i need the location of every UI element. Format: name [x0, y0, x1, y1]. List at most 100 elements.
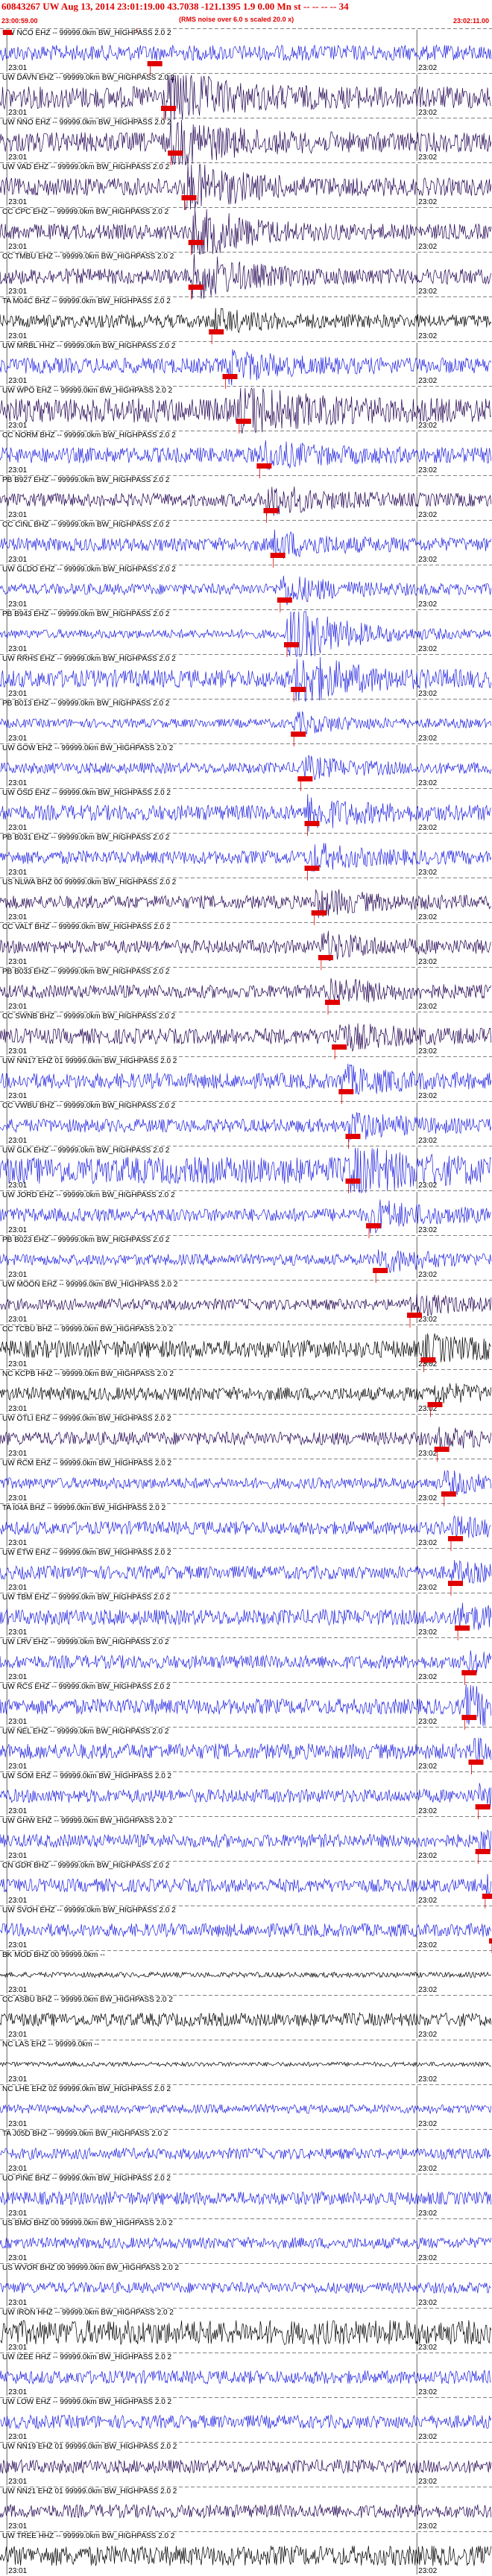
- waveform: [0, 44, 492, 62]
- tick-label: 23:01: [8, 2388, 27, 2396]
- pick-marker: [161, 106, 176, 111]
- pick-marker: [181, 195, 197, 200]
- trace-row: PB B927 EHZ -- 99999.0km BW_HIGHPASS 2.0…: [0, 475, 492, 523]
- waveform: [0, 1249, 492, 1274]
- pick-marker: [455, 1625, 470, 1631]
- trace-row: UW TREE HHZ -- 99999.0km BW_HIGHPASS 2.0…: [0, 2531, 492, 2575]
- pick-marker: [236, 419, 251, 424]
- waveform: [0, 1650, 492, 1674]
- pick-marker: [345, 1178, 361, 1184]
- trace-label: CC CPC EHZ -- 99999.0km BW_HIGHPASS 2.0 …: [2, 208, 169, 216]
- pick-marker: [427, 1402, 443, 1407]
- trace-label: UW DAVN EHZ -- 99999.0km BW_HIGHPASS 2.0…: [2, 74, 175, 82]
- waveform: [0, 657, 492, 702]
- record-section-header: 60843267 UW Aug 13, 2014 23:01:19.00 43.…: [0, 0, 492, 27]
- tick-label: 23:01: [8, 913, 27, 921]
- waveform: [0, 575, 492, 606]
- tick-label: 23:02: [418, 958, 437, 966]
- trace-label: UW IZEE HHZ -- 99999.0km BW_HIGHPASS 2.0…: [2, 2353, 172, 2361]
- trace-label: UW MRBL HHZ -- 99999.0km BW_HIGHPASS 2.0…: [2, 342, 176, 350]
- waveform: [0, 1560, 492, 1584]
- pick-marker: [475, 1804, 491, 1809]
- waveform: [0, 1333, 491, 1365]
- waveform: [0, 2370, 491, 2385]
- trace-label: US NLWA BHZ 00 99999.0km BW_HIGHPASS 2.0…: [2, 878, 177, 886]
- tick-label: 23:02: [418, 2433, 437, 2441]
- tick-label: 23:01: [8, 422, 27, 430]
- trace-row: UW MOON EHZ -- 99999.0km BW_HIGHPASS 2.0…: [0, 1280, 492, 1327]
- tick-label: 23:02: [418, 1047, 437, 1056]
- trace-label: UW ETW EHZ -- 99999.0km BW_HIGHPASS 2.0 …: [2, 1549, 171, 1557]
- tick-label: 23:01: [8, 1360, 27, 1368]
- tick-label: 23:01: [8, 466, 27, 475]
- pick-marker: [482, 1894, 492, 1899]
- pick-marker: [304, 866, 320, 871]
- trace-label: CC CINL BHZ -- 99999.0km BW_HIGHPASS 2.0…: [2, 521, 170, 529]
- tick-label: 23:01: [8, 1941, 27, 1950]
- waveform: [0, 1514, 491, 1539]
- trace-label: UW WPO EHZ -- 99999.0km BW_HIGHPASS 2.0 …: [2, 387, 173, 395]
- waveform: [0, 74, 492, 121]
- pick-marker: [489, 1938, 492, 1944]
- trace-label: UW GHW EHZ -- 99999.0km BW_HIGHPASS 2.0 …: [2, 1817, 173, 1825]
- waveform: [0, 1783, 492, 1808]
- trace-row: UW IZEE HHZ -- 99999.0km BW_HIGHPASS 2.0…: [0, 2353, 492, 2396]
- trace-label: TA M04C BHZ -- 99999.0km BW_HIGHPASS 2.0…: [2, 297, 171, 305]
- pick-marker: [188, 285, 204, 290]
- trace-label: UW NCO EHZ -- 99999.0km BW_HIGHPASS 2.0 …: [2, 29, 171, 37]
- tick-label: 23:01: [8, 1181, 27, 1190]
- tick-label: 23:01: [8, 1226, 27, 1234]
- trace-row: CC TMBU EHZ -- 99999.0km BW_HIGHPASS 2.0…: [0, 252, 492, 299]
- waveform: [0, 889, 492, 919]
- waveform: [0, 2191, 492, 2207]
- trace-label: CC VWBU BHZ -- 99999.0km BW_HIGHPASS 2.0…: [2, 1102, 176, 1110]
- tick-label: 23:02: [418, 913, 437, 921]
- pick-marker: [291, 732, 306, 737]
- waveform: [0, 1147, 492, 1194]
- waveform: [0, 611, 492, 657]
- tick-label: 23:01: [8, 779, 27, 787]
- trace-label: UW GOW EHZ -- 99999.0km BW_HIGHPASS 2.0 …: [2, 744, 174, 752]
- tick-label: 23:01: [8, 1405, 27, 1413]
- waveform: [0, 711, 492, 735]
- tick-label: 23:01: [8, 1628, 27, 1637]
- trace-row: PB B013 EHZ -- 99999.0km BW_HIGHPASS 2.0…: [0, 699, 492, 746]
- pick-marker: [168, 150, 183, 156]
- tick-label: 23:02: [418, 511, 437, 519]
- tick-label: 23:02: [418, 1137, 437, 1145]
- waveform: [0, 2414, 492, 2429]
- tick-label: 23:02: [418, 1986, 437, 1994]
- tick-label: 23:01: [8, 153, 27, 162]
- tick-label: 23:02: [418, 2254, 437, 2262]
- trace-label: UW IRON HHZ -- 99999.0km BW_HIGHPASS 2.0…: [2, 2309, 174, 2317]
- pick-marker: [318, 955, 333, 960]
- waveform: [0, 308, 492, 334]
- tick-label: 23:02: [418, 1673, 437, 1681]
- trace-row: PB B033 EHZ -- 99999.0km BW_HIGHPASS 2.0…: [0, 967, 492, 1015]
- trace-row: NC KCPB HHZ -- 99999.0km BW_HIGHPASS 2.0…: [0, 1369, 492, 1417]
- event-origin-marker: [3, 30, 12, 35]
- waveform: [0, 2458, 492, 2475]
- trace-label: CN GDR BHZ -- 99999.0km BW_HIGHPASS 2.0 …: [2, 1862, 170, 1870]
- tick-label: 23:01: [8, 1316, 27, 1324]
- tick-label: 23:02: [418, 1941, 437, 1950]
- trace-row: UW JORD EHZ -- 99999.0km BW_HIGHPASS 2.0…: [0, 1190, 492, 1238]
- tick-label: 23:01: [8, 1807, 27, 1815]
- tick-label: 23:01: [8, 1092, 27, 1100]
- tick-label: 23:01: [8, 2522, 27, 2531]
- tick-label: 23:01: [8, 690, 27, 698]
- tick-label: 23:02: [418, 779, 437, 787]
- tick-label: 23:02: [418, 2209, 437, 2218]
- start-time-label: 23:00:59.00: [1, 17, 38, 25]
- tick-label: 23:01: [8, 2209, 27, 2218]
- waveform: [0, 349, 492, 386]
- tick-label: 23:01: [8, 2075, 27, 2084]
- trace-label: UW VAD EHZ -- 99999.0km BW_HIGHPASS 2.0 …: [2, 163, 170, 171]
- waveform: [0, 529, 492, 559]
- trace-row: UW MRBL HHZ -- 99999.0km BW_HIGHPASS 2.0…: [0, 341, 492, 389]
- pick-marker: [147, 61, 163, 66]
- waveform: [0, 1063, 492, 1095]
- tick-label: 23:02: [418, 600, 437, 609]
- pick-marker: [325, 1000, 340, 1005]
- trace-label: UW GLK EHZ -- 99999.0km BW_HIGHPASS 2.0 …: [2, 1146, 170, 1155]
